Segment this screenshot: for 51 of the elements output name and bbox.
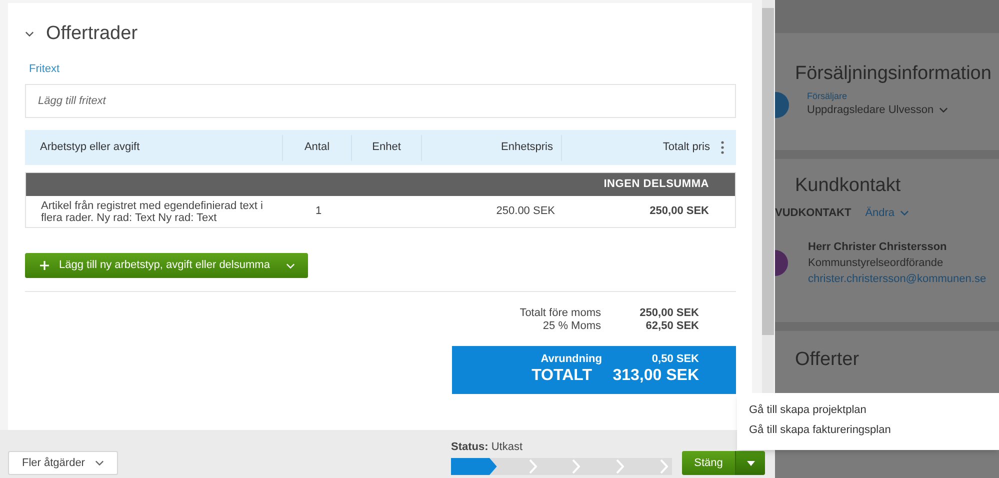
section-title: Offertrader [46, 22, 138, 46]
column-header[interactable]: Arbetstyp eller avgift [40, 139, 140, 156]
chevron-icon [572, 459, 580, 474]
menu-item[interactable]: Gå till skapa projektplan [749, 403, 866, 418]
contact-type-label: VUDKONTAKT [775, 206, 852, 221]
dropdown-toggle[interactable] [736, 451, 765, 475]
chevron-icon [660, 459, 668, 474]
chevron-icon [286, 262, 295, 268]
card-title: Kundkontakt [795, 175, 901, 197]
card-title: Offerter [795, 349, 860, 371]
status-text: Status: Utkast [451, 441, 524, 454]
add-row-button[interactable]: Lägg till ny arbetstyp, avgift eller delsumma [25, 253, 308, 278]
chevron-icon [616, 459, 624, 474]
column-header[interactable]: Enhetspris [501, 139, 553, 156]
totals-label: Totalt före moms [520, 307, 601, 319]
group-label: INGEN DELSUMMA [604, 177, 709, 192]
rounding-value: 0,50 SEK [652, 353, 699, 365]
rounding-label: Avrundning [540, 353, 602, 365]
table-cell: 250,00 SEK [650, 205, 709, 218]
scrollbar-thumb[interactable] [762, 8, 774, 335]
avatar [775, 250, 788, 276]
avatar [775, 92, 789, 118]
contact-name: Herr Christer Christersson [808, 240, 948, 254]
table-cell: 250.00 SEK [496, 205, 555, 218]
more-actions-button[interactable]: Fler åtgärder [8, 451, 118, 475]
chevron-icon [938, 107, 948, 114]
plus-icon [40, 261, 49, 270]
totals-value: 250,00 SEK [640, 307, 699, 319]
menu-item[interactable]: Gå till skapa faktureringsplan [749, 423, 891, 438]
close-button[interactable]: Stäng [682, 451, 736, 475]
collapse-toggle[interactable] [25, 31, 34, 37]
chevron-icon [528, 459, 537, 474]
input-field[interactable]: Lägg till fritext [25, 84, 736, 118]
card-title: Försäljningsinformation [795, 63, 992, 85]
more-options-icon[interactable] [721, 141, 724, 154]
totals-value: 62,50 SEK [646, 320, 699, 332]
column-header[interactable]: Antal [304, 139, 330, 156]
field-label: Försäljare [807, 91, 848, 102]
caret-icon [746, 460, 754, 466]
totals-label: 25 % Moms [542, 320, 601, 332]
chevron-icon [900, 210, 909, 216]
column-header[interactable]: Enhet [372, 139, 401, 156]
column-header[interactable]: Totalt pris [662, 139, 710, 156]
total-value: 313,00 SEK [612, 367, 699, 384]
total-label: TOTALT [532, 367, 592, 384]
chevron-icon [94, 460, 104, 466]
table-cell: 1 [315, 205, 322, 218]
chevron-icon [25, 31, 34, 37]
table-cell: Artikel från registret med egendefinierad text i flera rader. Ny rad: Text Ny rad: Text [41, 200, 263, 224]
field-label: Fritext [29, 62, 60, 76]
contact-role: Kommunstyrelseordförande [808, 256, 944, 270]
